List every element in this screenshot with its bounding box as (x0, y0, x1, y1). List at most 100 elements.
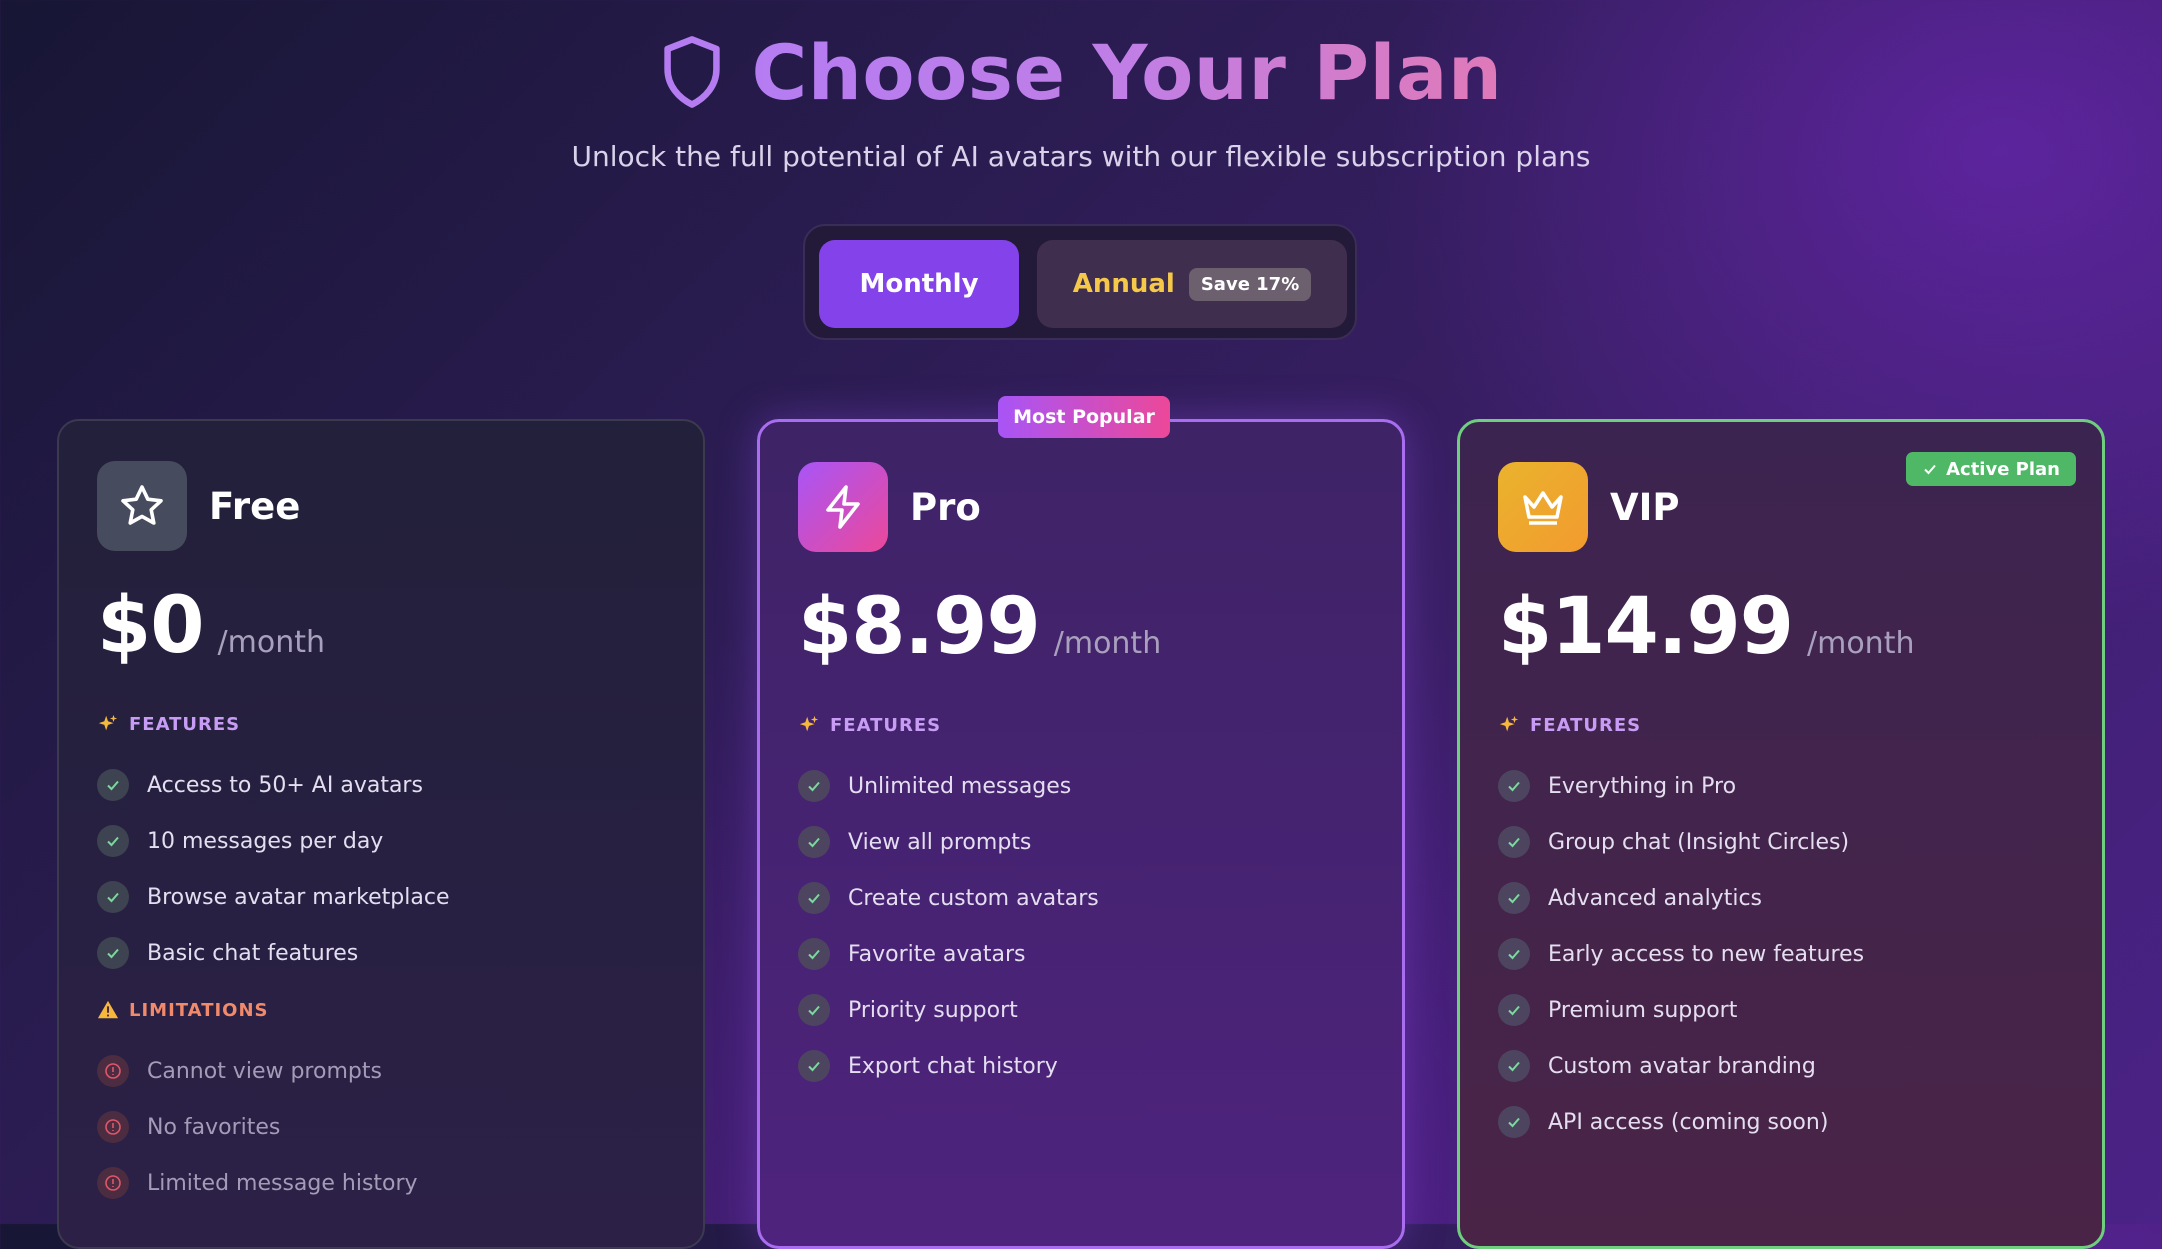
features-heading: FEATURES (798, 714, 941, 736)
feature-text: API access (coming soon) (1548, 1109, 1829, 1135)
annual-label: Annual (1072, 269, 1175, 299)
feature-text: Access to 50+ AI avatars (147, 772, 423, 798)
check-icon (97, 881, 129, 913)
features-list: Everything in Pro Group chat (Insight Ci… (1498, 758, 1864, 1150)
list-item: Everything in Pro (1498, 758, 1864, 814)
plan-header: Free (97, 461, 300, 551)
feature-text: View all prompts (848, 829, 1032, 855)
plan-header: VIP (1498, 462, 1680, 552)
page-subtitle: Unlock the full potential of AI avatars … (571, 140, 1591, 173)
plan-price: $14.99 (1498, 582, 1794, 672)
list-item: 10 messages per day (97, 813, 450, 869)
check-icon (97, 937, 129, 969)
features-heading: FEATURES (1498, 714, 1641, 736)
feature-text: Browse avatar marketplace (147, 884, 450, 910)
check-icon (798, 1050, 830, 1082)
plan-card-vip[interactable]: Active Plan VIP $14.99 /month FEATURES E… (1457, 419, 2105, 1249)
plan-name: Free (209, 484, 301, 528)
features-title: FEATURES (830, 714, 942, 736)
list-item: Favorite avatars (798, 926, 1099, 982)
star-icon (97, 461, 187, 551)
sparkles-icon (799, 715, 819, 732)
feature-text: Basic chat features (147, 940, 359, 966)
plan-card-pro[interactable]: Most Popular Pro $8.99 /month FEATURES U… (757, 396, 1405, 1249)
list-item: Create custom avatars (798, 870, 1099, 926)
save-badge: Save 17% (1188, 267, 1312, 301)
feature-text: 10 messages per day (147, 828, 384, 854)
check-icon (1498, 826, 1530, 858)
plan-price: $8.99 (798, 582, 1041, 672)
features-list: Unlimited messages View all prompts Crea… (798, 758, 1099, 1094)
list-item: Premium support (1498, 982, 1864, 1038)
price-row: $0 /month (97, 581, 325, 671)
page-header: Choose Your Plan Unlock the full potenti… (0, 22, 2162, 174)
list-item: Advanced analytics (1498, 870, 1864, 926)
check-icon (1498, 770, 1530, 802)
feature-text: Early access to new features (1548, 941, 1865, 967)
monthly-button[interactable]: Monthly (819, 240, 1019, 328)
alert-circle-icon (97, 1167, 129, 1199)
page-title: Choose Your Plan (751, 27, 1503, 117)
check-icon (1498, 1106, 1530, 1138)
lightning-icon (798, 462, 888, 552)
limitations-list: Cannot view prompts No favorites Limited… (97, 1043, 418, 1211)
list-item: Basic chat features (97, 925, 450, 981)
title-row: Choose Your Plan (0, 22, 2162, 122)
check-icon (1498, 938, 1530, 970)
list-item: Cannot view prompts (97, 1043, 418, 1099)
list-item: Browse avatar marketplace (97, 869, 450, 925)
feature-text: Advanced analytics (1548, 885, 1762, 911)
list-item: View all prompts (798, 814, 1099, 870)
list-item: Group chat (Insight Circles) (1498, 814, 1864, 870)
sparkles-icon (1499, 715, 1519, 732)
check-icon (1498, 1050, 1530, 1082)
limitation-text: Limited message history (147, 1170, 418, 1196)
feature-text: Premium support (1548, 997, 1738, 1023)
limitations-title: LIMITATIONS (129, 999, 269, 1021)
alert-circle-icon (97, 1111, 129, 1143)
check-icon (798, 770, 830, 802)
feature-text: Create custom avatars (848, 885, 1099, 911)
list-item: Early access to new features (1498, 926, 1864, 982)
active-plan-badge: Active Plan (1906, 452, 2076, 486)
feature-text: Priority support (848, 997, 1018, 1023)
limitation-text: Cannot view prompts (147, 1058, 382, 1084)
price-row: $8.99 /month (798, 582, 1161, 672)
check-icon (97, 825, 129, 857)
limitation-text: No favorites (147, 1114, 281, 1140)
price-row: $14.99 /month (1498, 582, 1914, 672)
alert-circle-icon (97, 1055, 129, 1087)
list-item: Access to 50+ AI avatars (97, 757, 450, 813)
list-item: Unlimited messages (798, 758, 1099, 814)
shield-icon (664, 36, 721, 108)
billing-toggle: Monthly Annual Save 17% (803, 224, 1357, 340)
plan-name: VIP (1610, 485, 1680, 529)
list-item: Export chat history (798, 1038, 1099, 1094)
plan-period: /month (217, 625, 326, 660)
plan-name: Pro (910, 485, 981, 529)
crown-icon (1498, 462, 1588, 552)
check-icon (798, 994, 830, 1026)
warning-icon (97, 1000, 119, 1019)
plan-period: /month (1807, 626, 1915, 661)
check-icon (97, 769, 129, 801)
features-title: FEATURES (129, 713, 241, 735)
plan-card-free[interactable]: Free $0 /month FEATURES Access to 50+ AI… (57, 419, 705, 1249)
feature-text: Group chat (Insight Circles) (1548, 829, 1850, 855)
feature-text: Favorite avatars (848, 941, 1026, 967)
features-title: FEATURES (1530, 714, 1642, 736)
most-popular-badge: Most Popular (998, 396, 1170, 438)
list-item: Priority support (798, 982, 1099, 1038)
list-item: API access (coming soon) (1498, 1094, 1864, 1150)
feature-text: Everything in Pro (1548, 773, 1737, 799)
list-item: Limited message history (97, 1155, 418, 1211)
check-icon (798, 826, 830, 858)
active-plan-label: Active Plan (1946, 458, 2060, 480)
check-icon (1924, 464, 1936, 475)
annual-button[interactable]: Annual Save 17% (1037, 240, 1347, 328)
sparkles-icon (98, 714, 118, 731)
list-item: No favorites (97, 1099, 418, 1155)
plan-header: Pro (798, 462, 981, 552)
check-icon (798, 938, 830, 970)
check-icon (1498, 994, 1530, 1026)
